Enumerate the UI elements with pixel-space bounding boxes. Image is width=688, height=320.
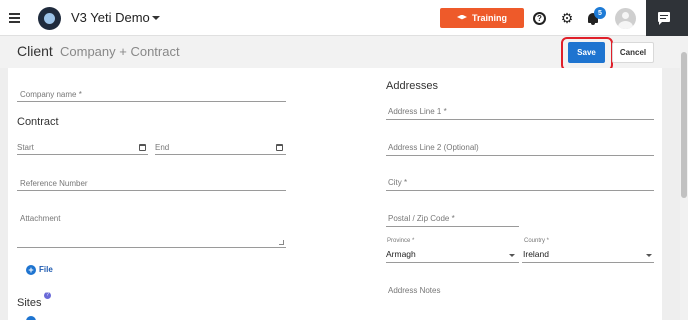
country-value[interactable]: Ireland	[523, 249, 549, 259]
page-subtitle: Company + Contract	[60, 44, 180, 59]
country-label: Country *	[524, 238, 550, 244]
addresses-section-title: Addresses	[386, 80, 438, 92]
postal-code-input[interactable]	[386, 226, 519, 227]
help-icon[interactable]: ?	[533, 12, 546, 25]
calendar-icon[interactable]	[276, 144, 283, 151]
notification-badge: 5	[594, 7, 606, 19]
file-label: File	[39, 265, 53, 274]
chevron-down-icon[interactable]	[646, 254, 652, 257]
add-site-icon[interactable]	[26, 316, 36, 320]
scrollbar-thumb[interactable]	[681, 52, 687, 198]
address-line1-input[interactable]	[386, 119, 654, 120]
app-title[interactable]: V3 Yeti Demo	[71, 10, 150, 25]
province-select[interactable]	[386, 262, 519, 263]
form-card	[8, 68, 662, 320]
resize-handle-icon[interactable]	[279, 240, 284, 245]
province-value[interactable]: Armagh	[386, 249, 416, 259]
chat-icon	[658, 12, 670, 25]
avatar[interactable]	[615, 8, 636, 29]
training-button[interactable]: Training	[440, 8, 524, 28]
training-label: Training	[471, 13, 507, 23]
chat-icon-line	[660, 15, 668, 16]
page-title: Client	[17, 43, 53, 59]
company-name-input[interactable]	[17, 101, 286, 102]
address-line2-label: Address Line 2 (Optional)	[388, 143, 479, 152]
start-date-input[interactable]	[17, 154, 148, 155]
save-button[interactable]: Save	[568, 42, 605, 63]
gear-icon[interactable]: ⚙	[560, 11, 574, 25]
reference-number-label: Reference Number	[20, 179, 88, 188]
graduation-cap-icon	[456, 14, 467, 20]
add-file-button[interactable]: + File	[26, 264, 56, 275]
end-date-input[interactable]	[155, 154, 286, 155]
address-line2-input[interactable]	[386, 155, 654, 156]
chevron-down-icon[interactable]	[152, 16, 160, 20]
reference-number-input[interactable]	[17, 190, 286, 191]
attachment-label: Attachment	[20, 214, 61, 223]
province-label: Province *	[387, 238, 415, 244]
help-icon[interactable]: ?	[44, 292, 51, 299]
chat-icon-line	[660, 18, 666, 19]
start-label: Start	[17, 143, 34, 152]
address-line1-label: Address Line 1 *	[388, 107, 447, 116]
end-label: End	[155, 143, 170, 152]
app-logo[interactable]	[38, 7, 61, 30]
plus-icon: +	[26, 264, 36, 275]
calendar-icon[interactable]	[139, 144, 146, 151]
city-input[interactable]	[386, 190, 654, 191]
city-label: City *	[388, 178, 408, 187]
chevron-down-icon[interactable]	[509, 254, 515, 257]
address-notes-label: Address Notes	[388, 286, 441, 295]
postal-code-label: Postal / Zip Code *	[388, 214, 455, 223]
cancel-button[interactable]: Cancel	[612, 42, 654, 63]
attachment-textarea[interactable]	[17, 247, 286, 248]
contract-section-title: Contract	[17, 116, 59, 128]
company-name-label: Company name *	[20, 90, 82, 99]
country-select[interactable]	[522, 262, 654, 263]
sites-section-title: Sites	[17, 297, 42, 309]
menu-icon[interactable]	[9, 13, 20, 23]
